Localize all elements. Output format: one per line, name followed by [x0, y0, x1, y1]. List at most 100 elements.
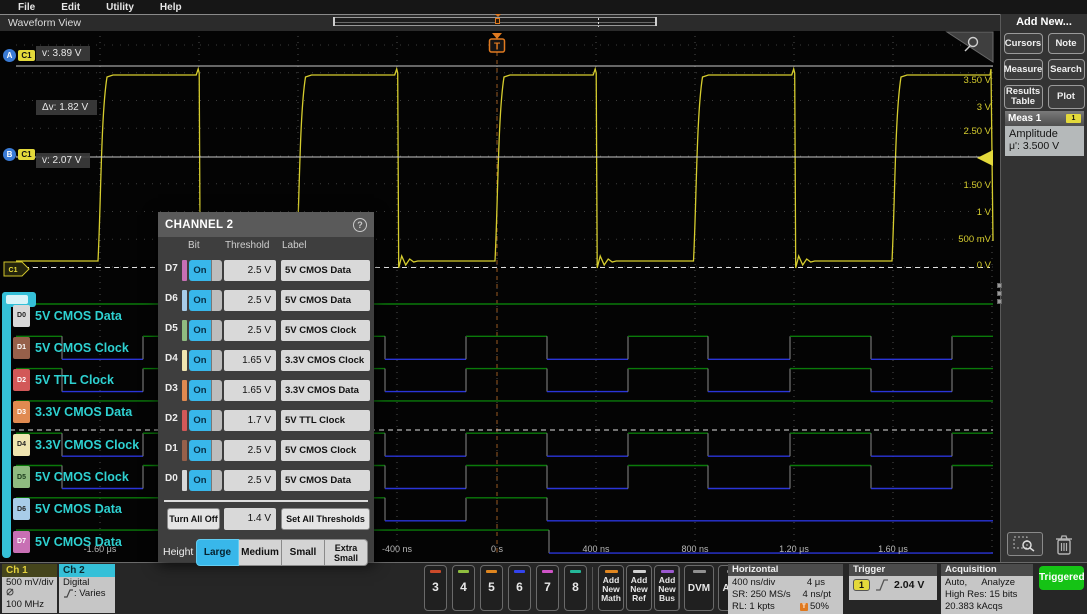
toggle-knob[interactable]	[211, 320, 222, 341]
bit-label-field[interactable]: 5V CMOS Data	[281, 470, 370, 491]
toggle-knob[interactable]	[211, 470, 222, 491]
acquisition-panel[interactable]: Acquisition Auto,Analyze High Res: 15 bi…	[941, 564, 1033, 614]
digital-channel-d3[interactable]: D33.3V CMOS Data	[13, 400, 132, 424]
waveform-display[interactable]	[0, 31, 1000, 562]
toggle-knob[interactable]	[211, 380, 222, 401]
bit-threshold-field[interactable]: 1.65 V	[224, 350, 276, 371]
bit-label-field[interactable]: 3.3V CMOS Clock	[281, 350, 370, 371]
channel-chip[interactable]: D5	[13, 466, 30, 488]
help-icon[interactable]: ?	[353, 218, 367, 232]
digital-channel-d1[interactable]: D15V CMOS Clock	[13, 336, 129, 360]
digital-channel-d0[interactable]: D05V CMOS Data	[13, 304, 122, 328]
zoom-overview-bar[interactable]	[333, 17, 657, 26]
height-option-large[interactable]: Large	[196, 539, 239, 566]
digital-channel-d2[interactable]: D25V TTL Clock	[13, 368, 114, 392]
menu-help[interactable]: Help	[160, 2, 182, 13]
bit-label-field[interactable]: 5V CMOS Clock	[281, 320, 370, 341]
channel-6-button[interactable]: 6	[508, 565, 531, 611]
bit-on-toggle[interactable]: On	[189, 290, 222, 311]
bit-label-field[interactable]: 5V TTL Clock	[281, 410, 370, 431]
bit-threshold-field[interactable]: 1.7 V	[224, 410, 276, 431]
bit-threshold-field[interactable]: 2.5 V	[224, 290, 276, 311]
add-new-note-button[interactable]: Note	[1048, 33, 1085, 54]
col-label: Label	[282, 240, 306, 251]
bit-row-d1: D1On2.5 V5V CMOS Clock	[158, 436, 374, 466]
bit-on-toggle[interactable]: On	[189, 380, 222, 401]
bit-threshold-field[interactable]: 2.5 V	[224, 320, 276, 341]
bit-on-toggle[interactable]: On	[189, 440, 222, 461]
cursor-b-badge[interactable]: B	[3, 148, 16, 161]
zoom-box-button[interactable]	[1007, 532, 1043, 556]
toggle-knob[interactable]	[211, 410, 222, 431]
bit-on-toggle[interactable]: On	[189, 260, 222, 281]
bit-threshold-field[interactable]: 2.5 V	[224, 470, 276, 491]
set-all-thresholds-button[interactable]: Set All Thresholds	[281, 508, 370, 530]
channel-chip[interactable]: D6	[13, 498, 30, 520]
turn-all-off-button[interactable]: Turn All Off	[167, 508, 220, 530]
trigger-panel[interactable]: Trigger 1 2.04 V	[849, 564, 937, 600]
bit-label-field[interactable]: 3.3V CMOS Data	[281, 380, 370, 401]
ch1-badge[interactable]: Ch 1 500 mV/div 100 MHz	[2, 564, 57, 613]
channel-chip[interactable]: D4	[13, 434, 30, 456]
height-option-extra-small[interactable]: Extra Small	[325, 539, 368, 566]
channel-5-button[interactable]: 5	[480, 565, 503, 611]
ch2-badge[interactable]: Ch 2 Digital : Varies	[59, 564, 115, 613]
bit-name: D6	[165, 293, 178, 304]
toggle-knob[interactable]	[211, 260, 222, 281]
height-option-small[interactable]: Small	[282, 539, 325, 566]
add-new-search-button[interactable]: Search	[1048, 59, 1085, 80]
channel-chip[interactable]: D7	[13, 531, 30, 553]
cursor-a-badge[interactable]: A	[3, 49, 16, 62]
add-new-results-table-button[interactable]: Results Table	[1004, 85, 1043, 109]
add-new-bus-button[interactable]: AddNewBus	[654, 565, 680, 611]
dialog-header[interactable]: CHANNEL 2 ?	[158, 212, 374, 237]
channel-4-button[interactable]: 4	[452, 565, 475, 611]
panel-drag-handle[interactable]	[997, 283, 1004, 304]
toggle-knob[interactable]	[211, 350, 222, 371]
digital-channel-d5[interactable]: D55V CMOS Clock	[13, 465, 129, 489]
channel-chip[interactable]: D1	[13, 337, 30, 359]
measurement-badge[interactable]: Meas 1 1 Amplitude μ': 3.500 V	[1005, 111, 1084, 156]
channel-chip[interactable]: D0	[13, 305, 30, 327]
bit-threshold-field[interactable]: 2.5 V	[224, 260, 276, 281]
trash-button[interactable]	[1050, 532, 1078, 558]
channel-3-button[interactable]: 3	[424, 565, 447, 611]
dvm-button[interactable]: DVM	[684, 565, 714, 611]
bit-label-field[interactable]: 5V CMOS Clock	[281, 440, 370, 461]
channel-8-button[interactable]: 8	[564, 565, 587, 611]
bit-on-toggle[interactable]: On	[189, 470, 222, 491]
channel-7-button[interactable]: 7	[536, 565, 559, 611]
toggle-knob[interactable]	[211, 440, 222, 461]
add-new-cursors-button[interactable]: Cursors	[1004, 33, 1043, 54]
menu-edit[interactable]: Edit	[61, 2, 80, 13]
add-new-plot-button[interactable]: Plot	[1048, 85, 1085, 109]
channel-chip[interactable]: D3	[13, 401, 30, 423]
bit-on-toggle[interactable]: On	[189, 320, 222, 341]
digital-group-bar[interactable]	[2, 292, 11, 558]
bit-threshold-field[interactable]: 1.65 V	[224, 380, 276, 401]
menu-file[interactable]: File	[18, 2, 35, 13]
tab-waveform-view[interactable]: Waveform View	[8, 17, 81, 29]
overview-right-bracket	[655, 17, 657, 26]
overview-trigger-position-icon[interactable]	[495, 18, 500, 24]
menu-utility[interactable]: Utility	[106, 2, 134, 13]
bit-on-toggle[interactable]: On	[189, 410, 222, 431]
channel-chip[interactable]: D2	[13, 369, 30, 391]
digital-channel-d6[interactable]: D65V CMOS Data	[13, 497, 122, 521]
bit-on-toggle[interactable]: On	[189, 350, 222, 371]
bit-label-field[interactable]: 5V CMOS Data	[281, 290, 370, 311]
col-bit: Bit	[188, 240, 200, 251]
bit-row-d7: D7On2.5 V5V CMOS Data	[158, 256, 374, 286]
height-option-medium[interactable]: Medium	[239, 539, 282, 566]
all-threshold-field[interactable]: 1.4 V	[224, 508, 276, 530]
bit-label-field[interactable]: 5V CMOS Data	[281, 260, 370, 281]
bit-name: D4	[165, 353, 178, 364]
horizontal-panel[interactable]: Horizontal 400 ns/div4 μs SR: 250 MS/s4 …	[728, 564, 843, 614]
add-new-math-button[interactable]: AddNewMath	[598, 565, 624, 611]
toggle-knob[interactable]	[211, 290, 222, 311]
bit-threshold-field[interactable]: 2.5 V	[224, 440, 276, 461]
digital-channel-d7[interactable]: D75V CMOS Data	[13, 530, 122, 554]
digital-channel-d4[interactable]: D43.3V CMOS Clock	[13, 433, 139, 457]
add-new-measure-button[interactable]: Measure	[1004, 59, 1043, 80]
add-new-ref-button[interactable]: AddNewRef	[626, 565, 652, 611]
